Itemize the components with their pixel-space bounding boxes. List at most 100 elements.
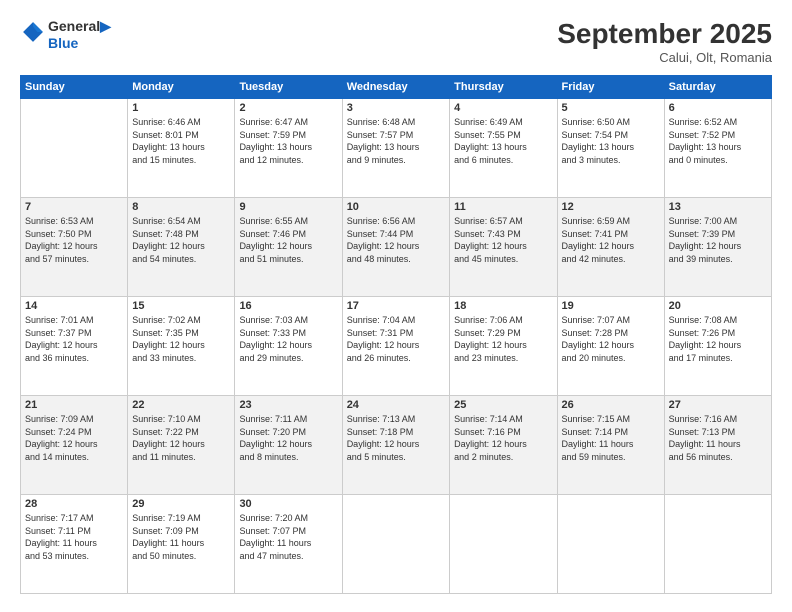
header-wednesday: Wednesday — [342, 76, 449, 99]
header-saturday: Saturday — [664, 76, 771, 99]
day-number: 19 — [562, 300, 660, 312]
week-row-3: 21 Sunrise: 7:09 AM Sunset: 7:24 PM Dayli… — [21, 396, 772, 495]
day-info: Sunrise: 7:17 AM Sunset: 7:11 PM Dayligh… — [25, 512, 123, 562]
day-info: Sunrise: 6:59 AM Sunset: 7:41 PM Dayligh… — [562, 215, 660, 265]
day-info: Sunrise: 6:49 AM Sunset: 7:55 PM Dayligh… — [454, 116, 552, 166]
day-info: Sunrise: 7:00 AM Sunset: 7:39 PM Dayligh… — [669, 215, 767, 265]
table-cell — [664, 495, 771, 594]
day-info: Sunrise: 7:01 AM Sunset: 7:37 PM Dayligh… — [25, 314, 123, 364]
table-cell: 22Sunrise: 7:10 AM Sunset: 7:22 PM Dayli… — [128, 396, 235, 495]
day-number: 29 — [132, 498, 230, 510]
day-number: 14 — [25, 300, 123, 312]
day-number: 5 — [562, 102, 660, 114]
header-tuesday: Tuesday — [235, 76, 342, 99]
day-number: 28 — [25, 498, 123, 510]
header-sunday: Sunday — [21, 76, 128, 99]
day-info: Sunrise: 7:13 AM Sunset: 7:18 PM Dayligh… — [347, 413, 445, 463]
week-row-2: 14 Sunrise: 7:01 AM Sunset: 7:37 PM Dayli… — [21, 297, 772, 396]
week-row-4: 28 Sunrise: 7:17 AM Sunset: 7:11 PM Dayli… — [21, 495, 772, 594]
table-cell: 28 Sunrise: 7:17 AM Sunset: 7:11 PM Dayli… — [21, 495, 128, 594]
table-cell: 15Sunrise: 7:02 AM Sunset: 7:35 PM Dayli… — [128, 297, 235, 396]
month-title: September 2025 — [557, 18, 772, 50]
day-number: 13 — [669, 201, 767, 213]
table-cell: 18 Sunrise: 7:06 AM Sunset: 7:29 PM Dayli… — [450, 297, 557, 396]
day-info: Sunrise: 7:06 AM Sunset: 7:29 PM Dayligh… — [454, 314, 552, 364]
table-cell: 5 Sunrise: 6:50 AM Sunset: 7:54 PM Daylig… — [557, 99, 664, 198]
day-number: 1 — [132, 102, 230, 114]
day-info: Sunrise: 7:16 AM Sunset: 7:13 PM Dayligh… — [669, 413, 767, 463]
table-cell: 19 Sunrise: 7:07 AM Sunset: 7:28 PM Dayli… — [557, 297, 664, 396]
header-thursday: Thursday — [450, 76, 557, 99]
day-number: 27 — [669, 399, 767, 411]
day-info: Sunrise: 6:52 AM Sunset: 7:52 PM Dayligh… — [669, 116, 767, 166]
day-info: Sunrise: 6:46 AM Sunset: 8:01 PM Dayligh… — [132, 116, 230, 166]
table-cell: 13 Sunrise: 7:00 AM Sunset: 7:39 PM Dayli… — [664, 198, 771, 297]
header: General▶ Blue September 2025 Calui, Olt,… — [20, 18, 772, 65]
table-cell — [450, 495, 557, 594]
day-info: Sunrise: 6:47 AM Sunset: 7:59 PM Dayligh… — [239, 116, 337, 166]
table-cell — [342, 495, 449, 594]
day-number: 16 — [239, 300, 337, 312]
day-info: Sunrise: 7:03 AM Sunset: 7:33 PM Dayligh… — [239, 314, 337, 364]
header-friday: Friday — [557, 76, 664, 99]
table-cell: 4 Sunrise: 6:49 AM Sunset: 7:55 PM Daylig… — [450, 99, 557, 198]
table-cell: 17 Sunrise: 7:04 AM Sunset: 7:31 PM Dayli… — [342, 297, 449, 396]
day-info: Sunrise: 6:48 AM Sunset: 7:57 PM Dayligh… — [347, 116, 445, 166]
table-cell: 20Sunrise: 7:08 AM Sunset: 7:26 PM Dayli… — [664, 297, 771, 396]
table-cell: 10 Sunrise: 6:56 AM Sunset: 7:44 PM Dayli… — [342, 198, 449, 297]
header-monday: Monday — [128, 76, 235, 99]
day-info: Sunrise: 7:19 AM Sunset: 7:09 PM Dayligh… — [132, 512, 230, 562]
day-number: 22 — [132, 399, 230, 411]
week-row-0: 1 Sunrise: 6:46 AM Sunset: 8:01 PM Daylig… — [21, 99, 772, 198]
day-number: 8 — [132, 201, 230, 213]
day-number: 7 — [25, 201, 123, 213]
calendar-table: Sunday Monday Tuesday Wednesday Thursday… — [20, 75, 772, 594]
table-cell: 12 Sunrise: 6:59 AM Sunset: 7:41 PM Dayli… — [557, 198, 664, 297]
table-cell: 11Sunrise: 6:57 AM Sunset: 7:43 PM Dayli… — [450, 198, 557, 297]
day-number: 18 — [454, 300, 552, 312]
day-info: Sunrise: 6:56 AM Sunset: 7:44 PM Dayligh… — [347, 215, 445, 265]
table-cell: 9 Sunrise: 6:55 AM Sunset: 7:46 PM Daylig… — [235, 198, 342, 297]
day-number: 3 — [347, 102, 445, 114]
table-cell: 7Sunrise: 6:53 AM Sunset: 7:50 PM Daylig… — [21, 198, 128, 297]
day-info: Sunrise: 7:09 AM Sunset: 7:24 PM Dayligh… — [25, 413, 123, 463]
table-cell: 6 Sunrise: 6:52 AM Sunset: 7:52 PM Daylig… — [664, 99, 771, 198]
day-number: 10 — [347, 201, 445, 213]
day-number: 15 — [132, 300, 230, 312]
day-number: 9 — [239, 201, 337, 213]
day-number: 6 — [669, 102, 767, 114]
day-info: Sunrise: 6:55 AM Sunset: 7:46 PM Dayligh… — [239, 215, 337, 265]
table-cell: 29 Sunrise: 7:19 AM Sunset: 7:09 PM Dayli… — [128, 495, 235, 594]
day-number: 30 — [239, 498, 337, 510]
table-cell: 23 Sunrise: 7:11 AM Sunset: 7:20 PM Dayli… — [235, 396, 342, 495]
logo: General▶ Blue — [20, 18, 111, 51]
weekday-header-row: Sunday Monday Tuesday Wednesday Thursday… — [21, 76, 772, 99]
week-row-1: 7Sunrise: 6:53 AM Sunset: 7:50 PM Daylig… — [21, 198, 772, 297]
day-info: Sunrise: 6:50 AM Sunset: 7:54 PM Dayligh… — [562, 116, 660, 166]
table-cell: 27 Sunrise: 7:16 AM Sunset: 7:13 PM Dayli… — [664, 396, 771, 495]
day-info: Sunrise: 7:14 AM Sunset: 7:16 PM Dayligh… — [454, 413, 552, 463]
table-cell: 16 Sunrise: 7:03 AM Sunset: 7:33 PM Dayli… — [235, 297, 342, 396]
title-block: September 2025 Calui, Olt, Romania — [557, 18, 772, 65]
table-cell: 24Sunrise: 7:13 AM Sunset: 7:18 PM Dayli… — [342, 396, 449, 495]
table-cell: 21 Sunrise: 7:09 AM Sunset: 7:24 PM Dayli… — [21, 396, 128, 495]
table-cell — [21, 99, 128, 198]
location: Calui, Olt, Romania — [557, 50, 772, 65]
day-number: 20 — [669, 300, 767, 312]
table-cell: 8Sunrise: 6:54 AM Sunset: 7:48 PM Daylig… — [128, 198, 235, 297]
day-number: 21 — [25, 399, 123, 411]
day-info: Sunrise: 7:20 AM Sunset: 7:07 PM Dayligh… — [239, 512, 337, 562]
day-number: 23 — [239, 399, 337, 411]
day-info: Sunrise: 7:15 AM Sunset: 7:14 PM Dayligh… — [562, 413, 660, 463]
day-info: Sunrise: 7:07 AM Sunset: 7:28 PM Dayligh… — [562, 314, 660, 364]
page: General▶ Blue September 2025 Calui, Olt,… — [0, 0, 792, 612]
day-number: 4 — [454, 102, 552, 114]
table-cell: 2Sunrise: 6:47 AM Sunset: 7:59 PM Daylig… — [235, 99, 342, 198]
table-cell: 14 Sunrise: 7:01 AM Sunset: 7:37 PM Dayli… — [21, 297, 128, 396]
table-cell: 26Sunrise: 7:15 AM Sunset: 7:14 PM Dayli… — [557, 396, 664, 495]
day-number: 17 — [347, 300, 445, 312]
day-info: Sunrise: 7:11 AM Sunset: 7:20 PM Dayligh… — [239, 413, 337, 463]
day-number: 12 — [562, 201, 660, 213]
day-info: Sunrise: 7:04 AM Sunset: 7:31 PM Dayligh… — [347, 314, 445, 364]
table-cell: 1 Sunrise: 6:46 AM Sunset: 8:01 PM Daylig… — [128, 99, 235, 198]
